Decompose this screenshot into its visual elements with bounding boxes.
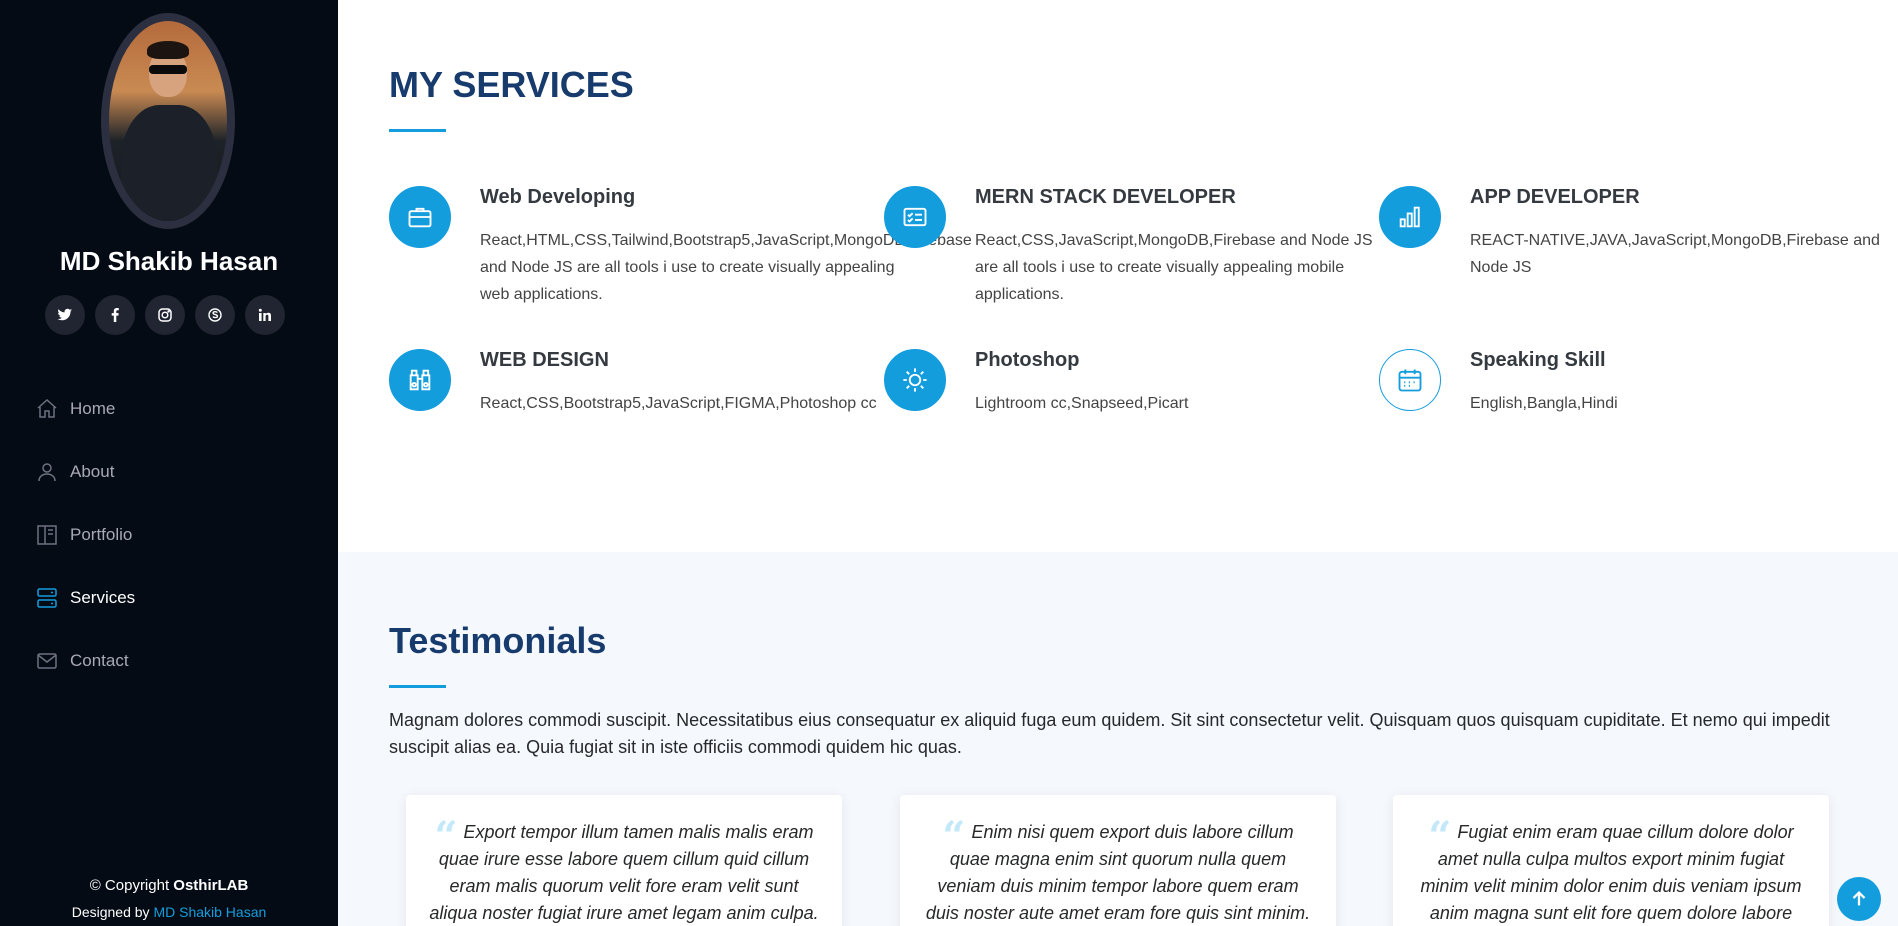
- back-to-top-button[interactable]: [1837, 877, 1881, 921]
- testimonial-text-wrap: “Fugiat enim eram quae cillum dolore dol…: [1415, 817, 1807, 926]
- sidebar-footer: © Copyright OsthirLAB Designed by MD Sha…: [0, 872, 338, 926]
- service-title[interactable]: APP DEVELOPER: [1470, 186, 1640, 209]
- person-icon: [38, 462, 56, 481]
- portfolio-icon: [37, 524, 57, 545]
- service-title[interactable]: MERN STACK DEVELOPER: [975, 186, 1236, 209]
- nav-item-label: Home: [70, 398, 116, 418]
- service-title[interactable]: Speaking Skill: [1470, 349, 1606, 372]
- copyright-prefix: © Copyright: [89, 877, 170, 894]
- testimonials-intro: Magnam dolores commodi suscipit. Necessi…: [389, 710, 1830, 757]
- services-title: MY SERVICES: [389, 64, 634, 132]
- designed-prefix: Designed by: [71, 904, 150, 920]
- copyright: © Copyright OsthirLAB: [0, 872, 338, 899]
- nav-item-home[interactable]: Home: [35, 377, 135, 440]
- service-icon-wrap: [389, 349, 451, 411]
- testimonials-section: Testimonials Magnam dolores commodi susc…: [338, 552, 1898, 926]
- service-desc: REACT-NATIVE,JAVA,JavaScript,MongoDB,Fir…: [1470, 232, 1880, 276]
- designer-link[interactable]: MD Shakib Hasan: [153, 904, 266, 920]
- service-desc: Lightroom cc,Snapseed,Picart: [975, 395, 1189, 412]
- instagram-icon: [158, 308, 172, 322]
- testimonial-text: Fugiat enim eram quae cillum dolore dolo…: [1420, 822, 1802, 923]
- social-links: [45, 295, 285, 335]
- nav-item-portfolio[interactable]: Portfolio: [35, 503, 135, 566]
- nav-item-label: Services: [70, 587, 136, 607]
- instagram-link[interactable]: [145, 295, 185, 335]
- facebook-icon: [111, 307, 119, 322]
- binoculars-icon: [409, 369, 431, 391]
- testimonial-card: “Export tempor illum tamen malis malis e…: [406, 795, 842, 926]
- skype-link[interactable]: [195, 295, 235, 335]
- service-desc: React,CSS,JavaScript,MongoDB,Firebase an…: [975, 232, 1373, 303]
- service-icon-wrap: [884, 349, 946, 411]
- nav-item-label: Portfolio: [70, 524, 133, 544]
- profile-name: MD Shakib Hasan: [59, 246, 279, 276]
- testimonial-card: “Enim nisi quem export duis labore cillu…: [900, 795, 1336, 926]
- calendar-icon: [1398, 369, 1422, 392]
- testimonials-title: Testimonials: [389, 620, 607, 688]
- service-icon-wrap: [389, 186, 451, 248]
- nav-item-services[interactable]: Services: [35, 566, 135, 629]
- linkedin-link[interactable]: [245, 295, 285, 335]
- briefcase-icon: [408, 207, 432, 228]
- main-content: MY SERVICES Web Developing React,HTML,CS…: [338, 0, 1898, 926]
- nav-item-about[interactable]: About: [35, 440, 135, 503]
- nav-item-contact[interactable]: Contact: [35, 629, 135, 692]
- home-icon: [37, 398, 57, 418]
- envelope-icon: [37, 652, 57, 669]
- service-desc: English,Bangla,Hindi: [1470, 395, 1618, 412]
- skype-icon: [208, 308, 222, 322]
- twitter-icon: [57, 308, 72, 321]
- testimonial-text-wrap: “Export tempor illum tamen malis malis e…: [428, 817, 820, 926]
- brightness-icon: [903, 368, 927, 392]
- nav-item-label: Contact: [70, 650, 129, 670]
- brand-name: OsthirLAB: [173, 877, 249, 894]
- service-icon-wrap: [1379, 186, 1441, 248]
- server-icon: [37, 587, 57, 608]
- service-icon-wrap: [884, 186, 946, 248]
- testimonial-card: “Fugiat enim eram quae cillum dolore dol…: [1393, 795, 1829, 926]
- service-desc: React,CSS,Bootstrap5,JavaScript,FIGMA,Ph…: [480, 395, 877, 412]
- designer-credit: Designed by MD Shakib Hasan: [0, 899, 338, 926]
- card-checklist-icon: [903, 207, 927, 227]
- service-desc: React,HTML,CSS,Tailwind,Bootstrap5,JavaS…: [480, 232, 972, 303]
- nav-item-label: About: [70, 461, 115, 481]
- profile-photo: [101, 13, 235, 229]
- linkedin-icon: [258, 308, 271, 321]
- main-nav: Home About Portfolio Services Contact: [35, 377, 135, 692]
- bar-chart-icon: [1399, 206, 1420, 228]
- testimonial-text: Enim nisi quem export duis labore cillum…: [925, 822, 1311, 923]
- twitter-link[interactable]: [45, 295, 85, 335]
- service-title[interactable]: Web Developing: [480, 186, 635, 209]
- services-section: MY SERVICES Web Developing React,HTML,CS…: [338, 0, 1898, 552]
- facebook-link[interactable]: [95, 295, 135, 335]
- sidebar: MD Shakib Hasan Home About Portfolio Ser…: [0, 0, 338, 926]
- testimonial-text-wrap: “Enim nisi quem export duis labore cillu…: [922, 817, 1314, 926]
- arrow-up-icon: [1852, 890, 1866, 906]
- service-title[interactable]: Photoshop: [975, 349, 1079, 372]
- service-icon-wrap: [1379, 349, 1441, 411]
- testimonial-text: Export tempor illum tamen malis malis er…: [429, 822, 819, 923]
- service-title[interactable]: WEB DESIGN: [480, 349, 609, 372]
